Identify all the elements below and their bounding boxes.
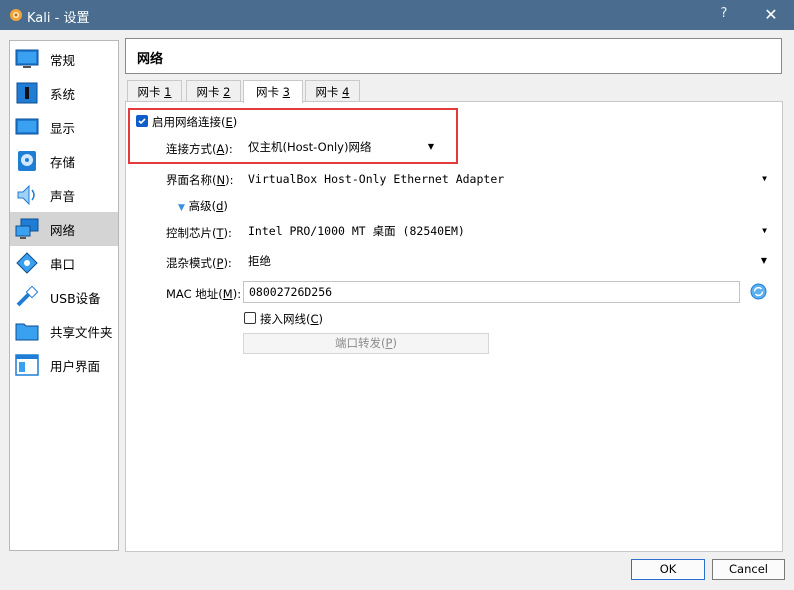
dropdown-arrow-icon: ▼	[762, 226, 767, 235]
expand-triangle-icon: ▼	[178, 203, 185, 213]
tab-label: 网卡	[137, 85, 165, 99]
title-bar: Kali - 设置 ? ✕	[0, 0, 794, 30]
tab-adapter-3[interactable]: 网卡 3	[243, 80, 303, 103]
mac-address-label: MAC 地址(M):	[166, 287, 242, 301]
page-header: 网络	[125, 38, 782, 74]
help-button[interactable]: ?	[712, 6, 736, 21]
sidebar-item-user-interface[interactable]: 用户界面	[10, 348, 118, 382]
serial-port-icon	[16, 252, 38, 274]
enable-adapter-label[interactable]: 启用网络连接(E)	[152, 114, 237, 130]
tab-adapter-4[interactable]: 网卡 4	[305, 80, 360, 102]
sidebar-item-label: 串口	[50, 257, 76, 272]
checkmark-icon	[138, 118, 146, 125]
cancel-button[interactable]: Cancel	[712, 559, 785, 580]
sidebar-item-shared-folders[interactable]: 共享文件夹	[10, 314, 118, 348]
window-title: Kali - 设置	[27, 11, 90, 26]
ok-button[interactable]: OK	[631, 559, 705, 580]
usb-icon	[16, 286, 39, 307]
adapter-type-select[interactable]: Intel PRO/1000 MT 桌面 (82540EM) ▼	[243, 220, 772, 242]
tab-shortcut: 3	[282, 85, 290, 99]
sidebar-item-network[interactable]: 网络	[10, 212, 118, 246]
sidebar-item-audio[interactable]: 声音	[10, 178, 118, 212]
adapter-name-label: 界面名称(N):	[166, 173, 234, 187]
sidebar-item-storage[interactable]: 存储	[10, 144, 118, 178]
adapter-name-select[interactable]: VirtualBox Host-Only Ethernet Adapter ▼	[243, 168, 772, 190]
adapter-type-label: 控制芯片(T):	[166, 226, 232, 240]
dropdown-arrow-icon: ▼	[427, 142, 434, 151]
sidebar-item-usb[interactable]: USB设备	[10, 280, 118, 314]
attached-to-select[interactable]: 仅主机(Host-Only)网络 ▼	[243, 136, 439, 158]
mac-address-field[interactable]: 08002726D256	[243, 281, 740, 303]
advanced-toggle[interactable]: ▼ 高级(d)	[178, 198, 228, 214]
sidebar-item-label: 声音	[50, 189, 76, 204]
sidebar-item-serial-port[interactable]: 串口	[10, 246, 118, 280]
sidebar-item-label: 系统	[50, 87, 76, 102]
sidebar-item-display[interactable]: 显示	[10, 110, 118, 144]
mac-address-value: 08002726D256	[249, 285, 333, 299]
sidebar-item-general[interactable]: 常规	[10, 42, 118, 76]
page-title: 网络	[137, 52, 164, 67]
close-button[interactable]: ✕	[756, 4, 786, 26]
shared-folder-icon	[15, 323, 39, 341]
port-forwarding-button[interactable]: 端口转发(P)	[243, 333, 489, 354]
sidebar-item-label: USB设备	[50, 291, 101, 306]
sidebar-item-system[interactable]: 系统	[10, 76, 118, 110]
user-interface-icon	[15, 354, 39, 376]
settings-sidebar: 常规 系统 显示 存储 声音 网络 串口 USB设备 共享文件夹 用户界面	[9, 40, 119, 551]
tab-shortcut: 4	[342, 85, 350, 99]
storage-icon	[18, 151, 36, 171]
promiscuous-mode-select[interactable]: 拒绝 ▼	[243, 250, 772, 272]
dropdown-arrow-icon: ▼	[760, 256, 767, 265]
dropdown-arrow-icon: ▼	[762, 174, 767, 183]
refresh-mac-icon[interactable]	[750, 283, 767, 300]
attached-to-value: 仅主机(Host-Only)网络	[248, 140, 372, 154]
enable-adapter-checkbox[interactable]	[136, 115, 148, 127]
sidebar-item-label: 共享文件夹	[50, 325, 113, 340]
system-icon	[16, 82, 38, 104]
sidebar-item-label: 常规	[50, 53, 76, 68]
virtualbox-gear-icon	[10, 9, 22, 21]
sidebar-item-label: 显示	[50, 121, 76, 136]
sidebar-item-label: 用户界面	[50, 359, 101, 374]
tab-label: 网卡	[196, 85, 224, 99]
tab-shortcut: 2	[223, 85, 231, 99]
audio-icon	[17, 184, 35, 206]
promiscuous-mode-label: 混杂模式(P):	[166, 256, 232, 270]
tab-adapter-1[interactable]: 网卡 1	[127, 80, 182, 102]
sidebar-item-label: 网络	[50, 223, 76, 238]
display-icon	[15, 118, 39, 135]
sidebar-item-label: 存储	[50, 155, 76, 170]
network-icon	[15, 218, 39, 239]
cable-connected-checkbox[interactable]	[244, 312, 256, 324]
adapter-type-value: Intel PRO/1000 MT 桌面 (82540EM)	[248, 224, 465, 238]
tab-label: 网卡	[315, 85, 343, 99]
tab-shortcut: 1	[164, 85, 172, 99]
general-icon	[15, 49, 39, 68]
tab-adapter-2[interactable]: 网卡 2	[186, 80, 241, 102]
tab-label: 网卡	[256, 85, 283, 99]
cable-connected-label[interactable]: 接入网线(C)	[260, 311, 323, 327]
attached-to-label: 连接方式(A):	[166, 142, 233, 156]
promiscuous-mode-value: 拒绝	[248, 254, 271, 268]
adapter-name-value: VirtualBox Host-Only Ethernet Adapter	[248, 172, 505, 186]
